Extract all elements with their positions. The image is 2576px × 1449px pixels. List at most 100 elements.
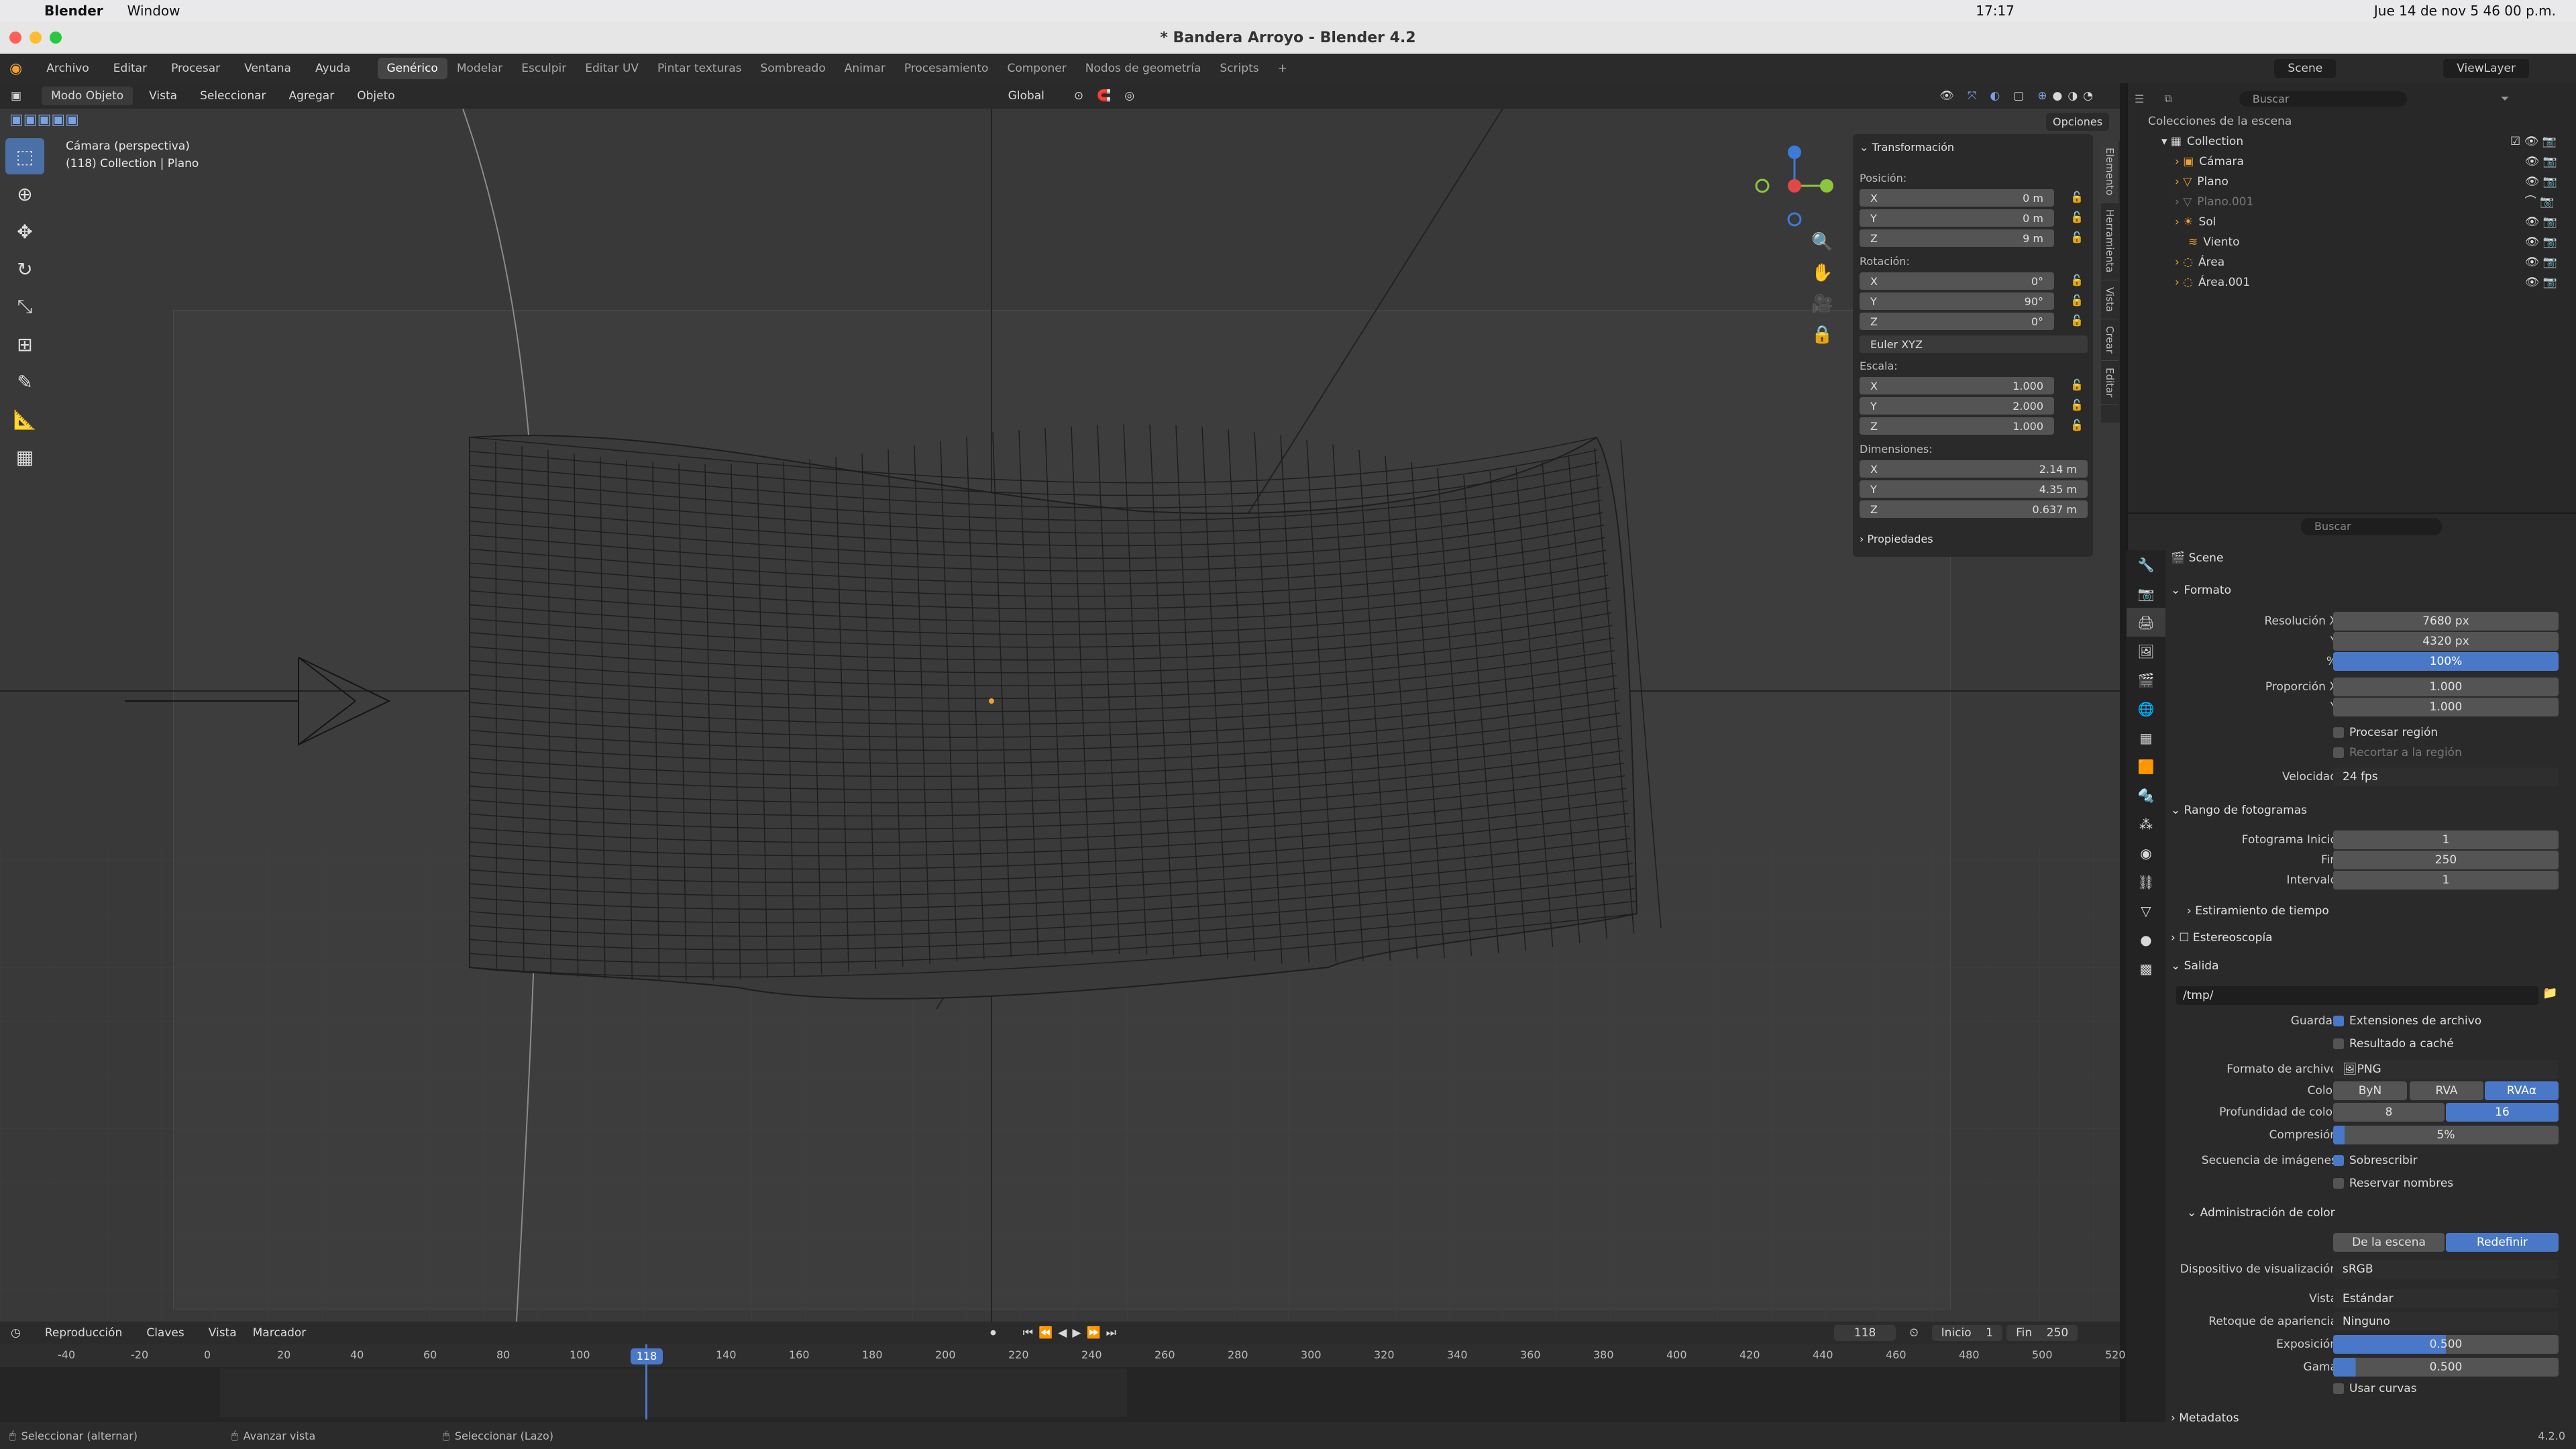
shading-rendered-icon[interactable]: ◔ bbox=[2083, 89, 2093, 103]
tl-end-field[interactable]: Fin 250 bbox=[2006, 1325, 2078, 1341]
res-y-field[interactable]: 4320 px bbox=[2333, 632, 2559, 651]
blender-logo-icon[interactable]: ◉ bbox=[9, 60, 22, 77]
editor-type-icon[interactable]: ▣ bbox=[11, 89, 21, 103]
tab-vista[interactable]: Vista bbox=[2101, 280, 2118, 319]
aspect-x-field[interactable]: 1.000 bbox=[2333, 678, 2559, 696]
tab-herramienta[interactable]: Herramienta bbox=[2101, 203, 2118, 280]
view-layer-tab-icon[interactable]: 🖼 bbox=[2127, 637, 2165, 665]
visibility-icon[interactable]: 👁 bbox=[1939, 89, 1954, 103]
dim-z-field[interactable]: Z 0.637 m bbox=[1860, 500, 2088, 518]
outliner-item-camara[interactable]: › ▣ Cámara bbox=[2128, 152, 2576, 172]
menu-editar[interactable]: Editar bbox=[113, 62, 147, 75]
exposure-slider[interactable]: 0.500 bbox=[2333, 1335, 2559, 1354]
depth-16-button[interactable]: 16 bbox=[2446, 1103, 2559, 1122]
extensiones-checkbox[interactable]: Extensiones de archivo bbox=[2333, 1014, 2481, 1028]
gizmo-toggle-icon[interactable]: ⤧ bbox=[1968, 89, 1977, 103]
shading-material-icon[interactable]: ◑ bbox=[2068, 89, 2078, 103]
select-mode-icons[interactable]: ▣▣▣▣▣ bbox=[9, 111, 79, 128]
curves-checkbox[interactable]: Usar curvas bbox=[2333, 1382, 2417, 1395]
tab-modelar[interactable]: Modelar bbox=[447, 58, 512, 79]
tab-nodos-geometria[interactable]: Nodos de geometría bbox=[1076, 58, 1211, 79]
tab-esculpir[interactable]: Esculpir bbox=[512, 58, 576, 79]
menu-procesar[interactable]: Procesar bbox=[171, 62, 220, 75]
data-tab-icon[interactable]: ▽ bbox=[2127, 896, 2165, 925]
pos-y-field[interactable]: Y0 m bbox=[1860, 209, 2054, 227]
app-menu-blender[interactable]: Blender bbox=[44, 3, 103, 19]
snap-icon[interactable]: 🧲 bbox=[1097, 89, 1111, 103]
scale-z-field[interactable]: Z 1.000 bbox=[1860, 417, 2054, 435]
clock-icon[interactable]: ⏲ bbox=[1909, 1326, 1918, 1340]
outliner-item-collection[interactable]: ▾ ▦ Collection bbox=[2128, 131, 2576, 152]
folder-icon[interactable]: 📁 bbox=[2542, 986, 2557, 1000]
rot-x-field[interactable]: X 0° bbox=[1860, 272, 2054, 290]
physics-tab-icon[interactable]: ◉ bbox=[2127, 839, 2165, 867]
color-override-button[interactable]: Redefinir bbox=[2446, 1233, 2559, 1252]
add-cube-icon[interactable]: ▦ bbox=[5, 439, 44, 475]
next-key-icon[interactable]: ⏩ bbox=[1086, 1326, 1100, 1340]
pan-hand-icon[interactable]: ✋ bbox=[1811, 258, 1833, 288]
world-tab-icon[interactable]: 🌐 bbox=[2127, 694, 2165, 723]
tab-procesamiento[interactable]: Procesamiento bbox=[895, 58, 998, 79]
tab-generico[interactable]: Genérico bbox=[377, 58, 447, 79]
vp-menu-agregar[interactable]: Agregar bbox=[289, 89, 335, 103]
rango-header[interactable]: ⌄ Rango de fotogramas bbox=[2171, 804, 2307, 817]
tab-pintar-texturas[interactable]: Pintar texturas bbox=[648, 58, 751, 79]
display-device-dropdown[interactable]: sRGB bbox=[2333, 1260, 2559, 1279]
tool-tab-icon[interactable]: 🔧 bbox=[2127, 550, 2165, 579]
gizmo-x-icon[interactable] bbox=[1788, 179, 1801, 193]
fps-dropdown[interactable]: 24 fps bbox=[2333, 767, 2559, 786]
outliner-item-plano[interactable]: › ▽ Plano bbox=[2128, 172, 2576, 192]
app-menu-window[interactable]: Window bbox=[127, 3, 180, 19]
look-dropdown[interactable]: Ninguno bbox=[2333, 1312, 2559, 1331]
recortar-region-checkbox[interactable]: Recortar a la región bbox=[2333, 746, 2462, 759]
cursor-icon[interactable]: ⊕ bbox=[5, 176, 44, 212]
scene-tab-icon[interactable]: 🎬 bbox=[2127, 665, 2165, 694]
color-byn-button[interactable]: ByN bbox=[2333, 1081, 2407, 1100]
menu-ayuda[interactable]: Ayuda bbox=[315, 62, 351, 75]
orientation-selector[interactable]: Global bbox=[999, 87, 1054, 105]
aspect-y-field[interactable]: 1.000 bbox=[2333, 698, 2559, 716]
lock-scale-y-icon[interactable]: 🔓 bbox=[2070, 398, 2084, 411]
scale-y-field[interactable]: Y 2.000 bbox=[1860, 397, 2054, 415]
proportional-icon[interactable]: ◎ bbox=[1124, 89, 1134, 103]
lock-rot-x-icon[interactable]: 🔓 bbox=[2070, 274, 2084, 286]
outliner-root[interactable]: Colecciones de la escena bbox=[2128, 111, 2576, 131]
prev-key-icon[interactable]: ⏪ bbox=[1038, 1326, 1053, 1340]
annotate-icon[interactable]: ✎ bbox=[5, 364, 44, 400]
constraints-tab-icon[interactable]: ⛓ bbox=[2127, 867, 2165, 896]
tl-menu-marcador[interactable]: Marcador bbox=[253, 1326, 307, 1340]
frame-step-field[interactable]: 1 bbox=[2333, 871, 2559, 890]
res-x-field[interactable]: 7680 px bbox=[2333, 612, 2559, 631]
depth-8-button[interactable]: 8 bbox=[2333, 1103, 2445, 1122]
object-tab-icon[interactable]: 🟧 bbox=[2127, 752, 2165, 781]
estereoscopia-header[interactable]: › ☐ Estereoscopía bbox=[2171, 931, 2273, 945]
tab-editar[interactable]: Editar bbox=[2101, 361, 2118, 405]
shading-wire-icon[interactable]: ⊕ bbox=[2037, 89, 2047, 103]
lock-pos-z-icon[interactable]: 🔓 bbox=[2070, 231, 2084, 244]
rotation-mode-dropdown[interactable]: Euler XYZ bbox=[1860, 335, 2088, 353]
tab-componer[interactable]: Componer bbox=[998, 58, 1075, 79]
properties-search-input[interactable]: Buscar bbox=[2301, 518, 2442, 535]
vp-menu-seleccionar[interactable]: Seleccionar bbox=[200, 89, 266, 103]
tab-scripts[interactable]: Scripts bbox=[1210, 58, 1268, 79]
material-tab-icon[interactable]: ● bbox=[2127, 925, 2165, 954]
lock-rot-y-icon[interactable]: 🔓 bbox=[2070, 294, 2084, 307]
color-rvaa-button[interactable]: RVAα bbox=[2485, 1081, 2559, 1100]
display-mode-icon[interactable]: ⧉ bbox=[2164, 92, 2171, 105]
collection-tab-icon[interactable]: ▦ bbox=[2127, 723, 2165, 752]
lock-icon[interactable]: 🔒 bbox=[1811, 319, 1833, 350]
transform-header[interactable]: ⌄ Transformación bbox=[1860, 141, 1954, 154]
3d-viewport[interactable]: Cámara (perspectiva) (118) Collection | … bbox=[0, 109, 2120, 1322]
outliner-item-area001[interactable]: › ◌ Área.001 bbox=[2128, 272, 2576, 292]
properties-header[interactable]: › Propiedades bbox=[1860, 533, 1933, 545]
tl-menu-vista[interactable]: Vista bbox=[209, 1326, 237, 1340]
jump-start-icon[interactable]: ⏮ bbox=[1023, 1326, 1033, 1340]
zoom-icon[interactable]: 🔍 bbox=[1811, 227, 1833, 258]
play-reverse-icon[interactable]: ◀ bbox=[1058, 1326, 1067, 1340]
dim-x-field[interactable]: X 2.14 m bbox=[1860, 460, 2088, 478]
gamma-slider[interactable]: 0.500 bbox=[2333, 1358, 2559, 1377]
tab-animar[interactable]: Animar bbox=[835, 58, 895, 79]
lock-pos-y-icon[interactable]: 🔓 bbox=[2070, 211, 2084, 223]
filter-icon[interactable]: ⏷ bbox=[2501, 92, 2510, 105]
view-transform-dropdown[interactable]: Estándar bbox=[2333, 1289, 2559, 1308]
